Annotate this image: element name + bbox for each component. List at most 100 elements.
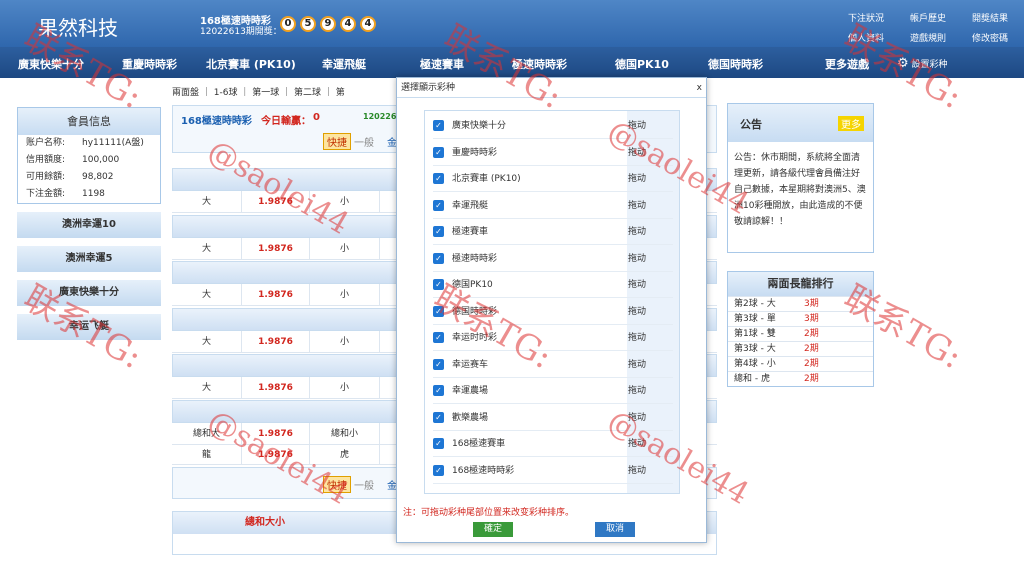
nav-item[interactable]: 廣東快樂十分: [18, 56, 84, 72]
game-sort-item[interactable]: ✓ 幸运时时彩 拖动: [433, 325, 673, 351]
checkbox[interactable]: ✓: [433, 464, 444, 476]
game-nav: 廣東快樂十分 重慶時時彩 北京賽車 (PK10) 幸運飛艇 極速賽車 極速時時彩…: [0, 47, 1024, 78]
account-row: 可用餘額: 98,802: [18, 169, 160, 186]
drag-handle[interactable]: 拖动: [628, 299, 646, 325]
link-game-rules[interactable]: 遊戲規則: [910, 31, 946, 44]
gear-icon: ⚙: [897, 56, 909, 71]
close-icon[interactable]: x: [697, 78, 702, 98]
checkbox[interactable]: ✓: [433, 358, 444, 370]
settings-button[interactable]: ⚙ 設置彩种: [897, 56, 948, 71]
rank-row: 第4球 - 小 2期: [728, 356, 873, 371]
nav-item[interactable]: 德国PK10: [615, 56, 669, 72]
game-sort-item[interactable]: ✓ 廣東快樂十分 拖动: [433, 113, 673, 139]
drag-handle[interactable]: 拖动: [628, 113, 646, 139]
link-draw-results[interactable]: 開獎結果: [972, 11, 1008, 24]
tab[interactable]: 第二球: [294, 88, 321, 98]
rank-count: 2期: [804, 344, 819, 354]
game-sort-item[interactable]: ✓ 重慶時時彩 拖动: [433, 140, 673, 166]
sidebar-game-button[interactable]: 廣東快樂十分: [17, 280, 161, 306]
nav-item[interactable]: 極速時時彩: [512, 56, 567, 72]
cancel-button[interactable]: 取消: [595, 522, 635, 537]
game-sort-item[interactable]: ✓ 幸运赛车 拖动: [433, 352, 673, 378]
bet-option[interactable]: 小: [310, 331, 380, 352]
notice-more-button[interactable]: 更多: [838, 116, 864, 131]
confirm-button[interactable]: 確定: [473, 522, 513, 537]
sidebar-game-button[interactable]: 幸运飞艇: [17, 314, 161, 340]
bet-option[interactable]: 總和小: [310, 423, 380, 444]
rank-item: 第3球 - 單: [734, 314, 776, 324]
tab[interactable]: 兩面盤: [172, 88, 199, 98]
bet-option[interactable]: 大: [172, 331, 242, 352]
game-sort-item[interactable]: ✓ 北京賽車 (PK10) 拖动: [433, 166, 673, 192]
odds: 1.9876: [242, 331, 310, 352]
game-sort-item[interactable]: ✓ 德国PK10 拖动: [433, 272, 673, 298]
nav-item[interactable]: 幸運飛艇: [322, 56, 366, 72]
tab[interactable]: 第: [336, 88, 345, 98]
bet-option[interactable]: 小: [310, 191, 380, 212]
nav-item-more[interactable]: 更多遊戲: [825, 56, 869, 72]
link-account-history[interactable]: 帳戶歷史: [910, 11, 946, 24]
draw-balls: 0 5 9 4 4: [280, 16, 376, 32]
tab[interactable]: 1-6球: [214, 88, 238, 98]
tab[interactable]: 第一球: [252, 88, 279, 98]
drag-handle[interactable]: 拖动: [628, 140, 646, 166]
game-sort-item[interactable]: ✓ 168極速賽車 拖动: [433, 431, 673, 457]
drag-handle[interactable]: 拖动: [628, 193, 646, 219]
bet-option[interactable]: 小: [310, 238, 380, 259]
checkbox[interactable]: ✓: [433, 279, 444, 290]
drag-handle[interactable]: 拖动: [628, 378, 646, 404]
drag-handle[interactable]: 拖动: [628, 458, 646, 484]
checkbox[interactable]: ✓: [433, 305, 444, 317]
bet-option[interactable]: 大: [172, 191, 242, 212]
bet-option[interactable]: 虎: [310, 445, 380, 464]
checkbox[interactable]: ✓: [433, 173, 444, 184]
drag-handle[interactable]: 拖动: [628, 246, 646, 272]
checkbox[interactable]: ✓: [433, 385, 444, 396]
game-sort-item[interactable]: ✓ 幸運農場 拖动: [433, 378, 673, 404]
game-sort-item[interactable]: ✓ 德国時時彩 拖动: [433, 299, 673, 325]
normal-bet-button[interactable]: 一般: [354, 134, 374, 149]
sidebar-game-button[interactable]: 澳洲幸運5: [17, 246, 161, 272]
game-sort-item[interactable]: ✓ 歡樂農場 拖动: [433, 405, 673, 431]
game-sort-label: 廣東快樂十分: [452, 121, 507, 131]
bet-option[interactable]: 大: [172, 377, 242, 398]
drag-handle[interactable]: 拖动: [628, 431, 646, 457]
draw-issue: 12022613期開獎：: [200, 27, 282, 37]
quick-bet-button[interactable]: 快捷: [323, 133, 351, 150]
checkbox[interactable]: ✓: [433, 411, 444, 423]
bet-option[interactable]: 龍: [172, 445, 242, 464]
drag-handle[interactable]: 拖动: [628, 166, 646, 192]
drag-handle[interactable]: 拖动: [628, 352, 646, 378]
game-sort-item[interactable]: ✓ 168極速時時彩 拖动: [433, 458, 673, 484]
game-sort-item[interactable]: ✓ 極速賽車 拖动: [433, 219, 673, 245]
checkbox[interactable]: ✓: [433, 438, 444, 449]
game-sort-item[interactable]: ✓ 幸運飛艇 拖动: [433, 193, 673, 219]
drag-handle[interactable]: 拖动: [628, 272, 646, 298]
checkbox[interactable]: ✓: [433, 252, 444, 264]
drag-handle[interactable]: 拖动: [628, 219, 646, 245]
bet-option[interactable]: 大: [172, 284, 242, 305]
rank-count: 3期: [804, 314, 819, 324]
checkbox[interactable]: ✓: [433, 332, 444, 343]
quick-bet-button[interactable]: 快捷: [323, 476, 351, 493]
nav-item[interactable]: 德国時時彩: [708, 56, 763, 72]
link-profile[interactable]: 個人資料: [848, 31, 884, 44]
checkbox[interactable]: ✓: [433, 120, 444, 131]
nav-item[interactable]: 極速賽車: [420, 56, 464, 72]
link-bet-status[interactable]: 下注狀況: [848, 11, 884, 24]
bet-option[interactable]: 小: [310, 377, 380, 398]
nav-item[interactable]: 重慶時時彩: [122, 56, 177, 72]
checkbox[interactable]: ✓: [433, 226, 444, 237]
checkbox[interactable]: ✓: [433, 199, 444, 211]
normal-bet-button[interactable]: 一般: [354, 477, 374, 492]
bet-option[interactable]: 大: [172, 238, 242, 259]
link-change-password[interactable]: 修改密碼: [972, 31, 1008, 44]
bet-option[interactable]: 小: [310, 284, 380, 305]
bet-option[interactable]: 總和大: [172, 423, 242, 444]
checkbox[interactable]: ✓: [433, 146, 444, 158]
nav-item[interactable]: 北京賽車 (PK10): [206, 56, 296, 72]
game-sort-item[interactable]: ✓ 極速時時彩 拖动: [433, 246, 673, 272]
drag-handle[interactable]: 拖动: [628, 405, 646, 431]
drag-handle[interactable]: 拖动: [628, 325, 646, 351]
sidebar-game-button[interactable]: 澳洲幸運10: [17, 212, 161, 238]
